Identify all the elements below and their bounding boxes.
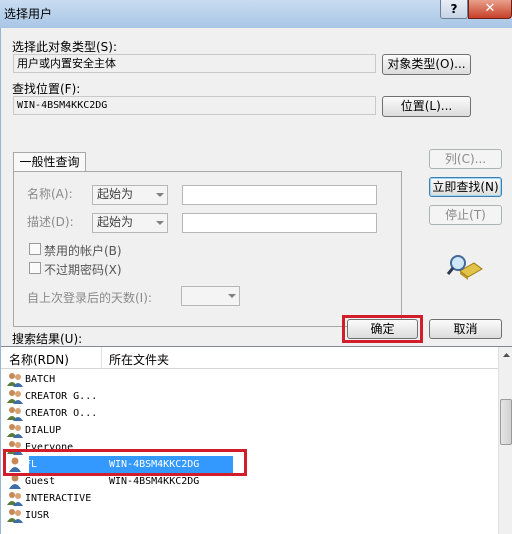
row-name: BATCH — [25, 374, 56, 385]
name-label: 名称(A): — [27, 187, 73, 201]
dialog-body: 选择此对象类型(S): 用户或内置安全主体 对象类型(O)... 查找位置(F)… — [0, 28, 512, 534]
location-field: WIN-4BSM4KKC2DG — [13, 96, 376, 115]
search-icon — [446, 255, 483, 280]
stop-button[interactable]: 停止(T) — [429, 205, 502, 225]
table-row[interactable]: CREATOR O... — [7, 405, 497, 422]
results-header: 名称(RDN) 所在文件夹 — [1, 347, 498, 369]
scroll-thumb[interactable] — [500, 399, 512, 445]
row-name: INTERACTIVE — [25, 493, 92, 504]
group-icon — [7, 423, 23, 438]
search-results-label: 搜索结果(U): — [12, 332, 83, 346]
vertical-scrollbar[interactable] — [498, 347, 512, 534]
row-name: CREATOR O... — [25, 408, 98, 419]
tab-common-queries[interactable]: 一般性查询 — [13, 152, 86, 172]
disabled-accounts-checkbox[interactable] — [29, 243, 41, 255]
group-icon — [7, 508, 23, 523]
name-input[interactable] — [182, 185, 377, 205]
description-mode-select[interactable]: 起始为 — [92, 213, 168, 233]
row-name: DIALUP — [25, 425, 62, 436]
window-title: 选择用户 — [4, 7, 53, 21]
table-row[interactable]: IUSR — [7, 507, 497, 524]
common-queries-panel: 名称(A): 起始为 描述(D): 起始为 禁用的帐户(B) 不过期密码(X) … — [13, 171, 402, 327]
chevron-down-icon — [156, 193, 164, 197]
columns-button[interactable]: 列(C)... — [429, 149, 502, 169]
non-expiring-password-checkbox[interactable] — [29, 262, 41, 274]
cancel-button[interactable]: 取消 — [429, 319, 502, 339]
object-types-button[interactable]: 对象类型(O)... — [382, 54, 471, 75]
results-list[interactable]: 名称(RDN) 所在文件夹 BATCH CREATOR G... CREATOR O… — [1, 346, 512, 534]
help-button[interactable]: ? — [440, 0, 468, 19]
group-icon — [7, 372, 23, 387]
close-button[interactable]: ✕ — [468, 0, 512, 19]
table-row[interactable]: INTERACTIVE — [7, 490, 497, 507]
row-name: IUSR — [25, 510, 50, 521]
non-expiring-password-label: 不过期密码(X) — [44, 263, 122, 277]
group-icon — [7, 491, 23, 506]
scroll-up-arrow-icon[interactable] — [499, 347, 512, 364]
table-row[interactable]: BATCH — [7, 371, 497, 388]
days-since-logon-label: 自上次登录后的天数(I): — [27, 291, 152, 305]
find-now-button[interactable]: 立即查找(N) — [429, 177, 502, 197]
row-name: CREATOR G... — [25, 391, 98, 402]
days-since-logon-select[interactable] — [181, 286, 240, 306]
location-label: 查找位置(F): — [12, 82, 81, 96]
chevron-down-icon — [156, 221, 164, 225]
name-mode-value: 起始为 — [97, 187, 134, 201]
name-mode-select[interactable]: 起始为 — [92, 185, 168, 205]
description-mode-value: 起始为 — [97, 215, 134, 229]
object-type-field: 用户或内置安全主体 — [13, 54, 376, 73]
disabled-accounts-label: 禁用的帐户(B) — [44, 244, 122, 258]
table-row[interactable]: DIALUP — [7, 422, 497, 439]
ok-button-highlight — [342, 315, 423, 343]
title-bar: 选择用户 ? ✕ — [0, 0, 512, 28]
selected-row-highlight — [3, 449, 247, 476]
column-divider[interactable] — [101, 347, 102, 369]
description-label: 描述(D): — [27, 215, 74, 229]
table-row[interactable]: CREATOR G... — [7, 388, 497, 405]
object-type-label: 选择此对象类型(S): — [12, 40, 118, 54]
description-input[interactable] — [182, 213, 377, 233]
user-icon — [7, 474, 23, 489]
locations-button[interactable]: 位置(L)... — [382, 96, 471, 117]
group-icon — [7, 406, 23, 421]
chevron-down-icon — [228, 294, 236, 298]
column-header-folder[interactable]: 所在文件夹 — [109, 351, 169, 368]
group-icon — [7, 389, 23, 404]
column-header-name[interactable]: 名称(RDN) — [9, 351, 69, 368]
